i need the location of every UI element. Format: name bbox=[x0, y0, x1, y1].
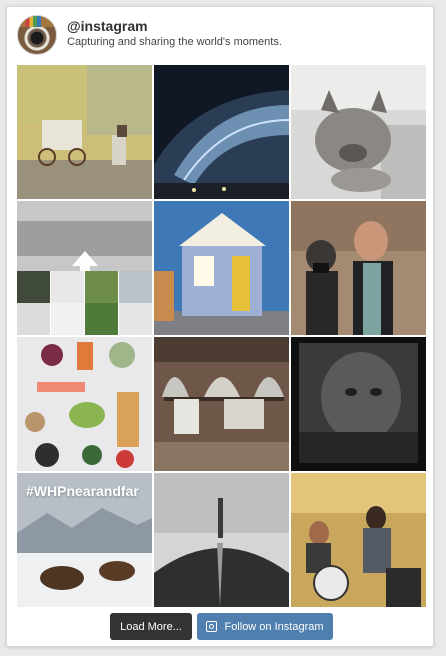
photo-mountain-path[interactable] bbox=[154, 473, 289, 607]
photo-man-camera[interactable] bbox=[291, 201, 426, 335]
load-more-button[interactable]: Load More... bbox=[110, 613, 192, 640]
instagram-feed-widget: @instagram Capturing and sharing the wor… bbox=[6, 6, 434, 647]
photo-hashtag: #WHPnearandfar bbox=[26, 483, 139, 499]
profile-handle[interactable]: @instagram bbox=[67, 18, 148, 34]
photo-dark-face[interactable] bbox=[291, 337, 426, 471]
profile-tagline: Capturing and sharing the world's moment… bbox=[67, 36, 282, 48]
photo-bison-snow[interactable]: #WHPnearandfar bbox=[17, 473, 152, 607]
photo-french-bulldog[interactable] bbox=[291, 65, 426, 199]
photo-collage-arrow[interactable] bbox=[17, 201, 152, 335]
profile-header: @instagram Capturing and sharing the wor… bbox=[17, 15, 417, 55]
photo-band-drums[interactable] bbox=[291, 473, 426, 607]
photo-night-building[interactable] bbox=[154, 65, 289, 199]
instagram-icon bbox=[206, 621, 218, 632]
follow-button-label: Follow on Instagram bbox=[224, 620, 324, 633]
photo-street-cart[interactable] bbox=[17, 65, 152, 199]
follow-button[interactable]: Follow on Instagram bbox=[197, 613, 333, 640]
photo-food-spread[interactable] bbox=[17, 337, 152, 471]
instagram-avatar[interactable] bbox=[17, 15, 57, 55]
photo-laundry-courtyard[interactable] bbox=[154, 337, 289, 471]
feed-footer: Load More... Follow on Instagram bbox=[7, 613, 435, 641]
photo-grid: #WHPnearandfar bbox=[17, 65, 426, 607]
photo-blue-house[interactable] bbox=[154, 201, 289, 335]
